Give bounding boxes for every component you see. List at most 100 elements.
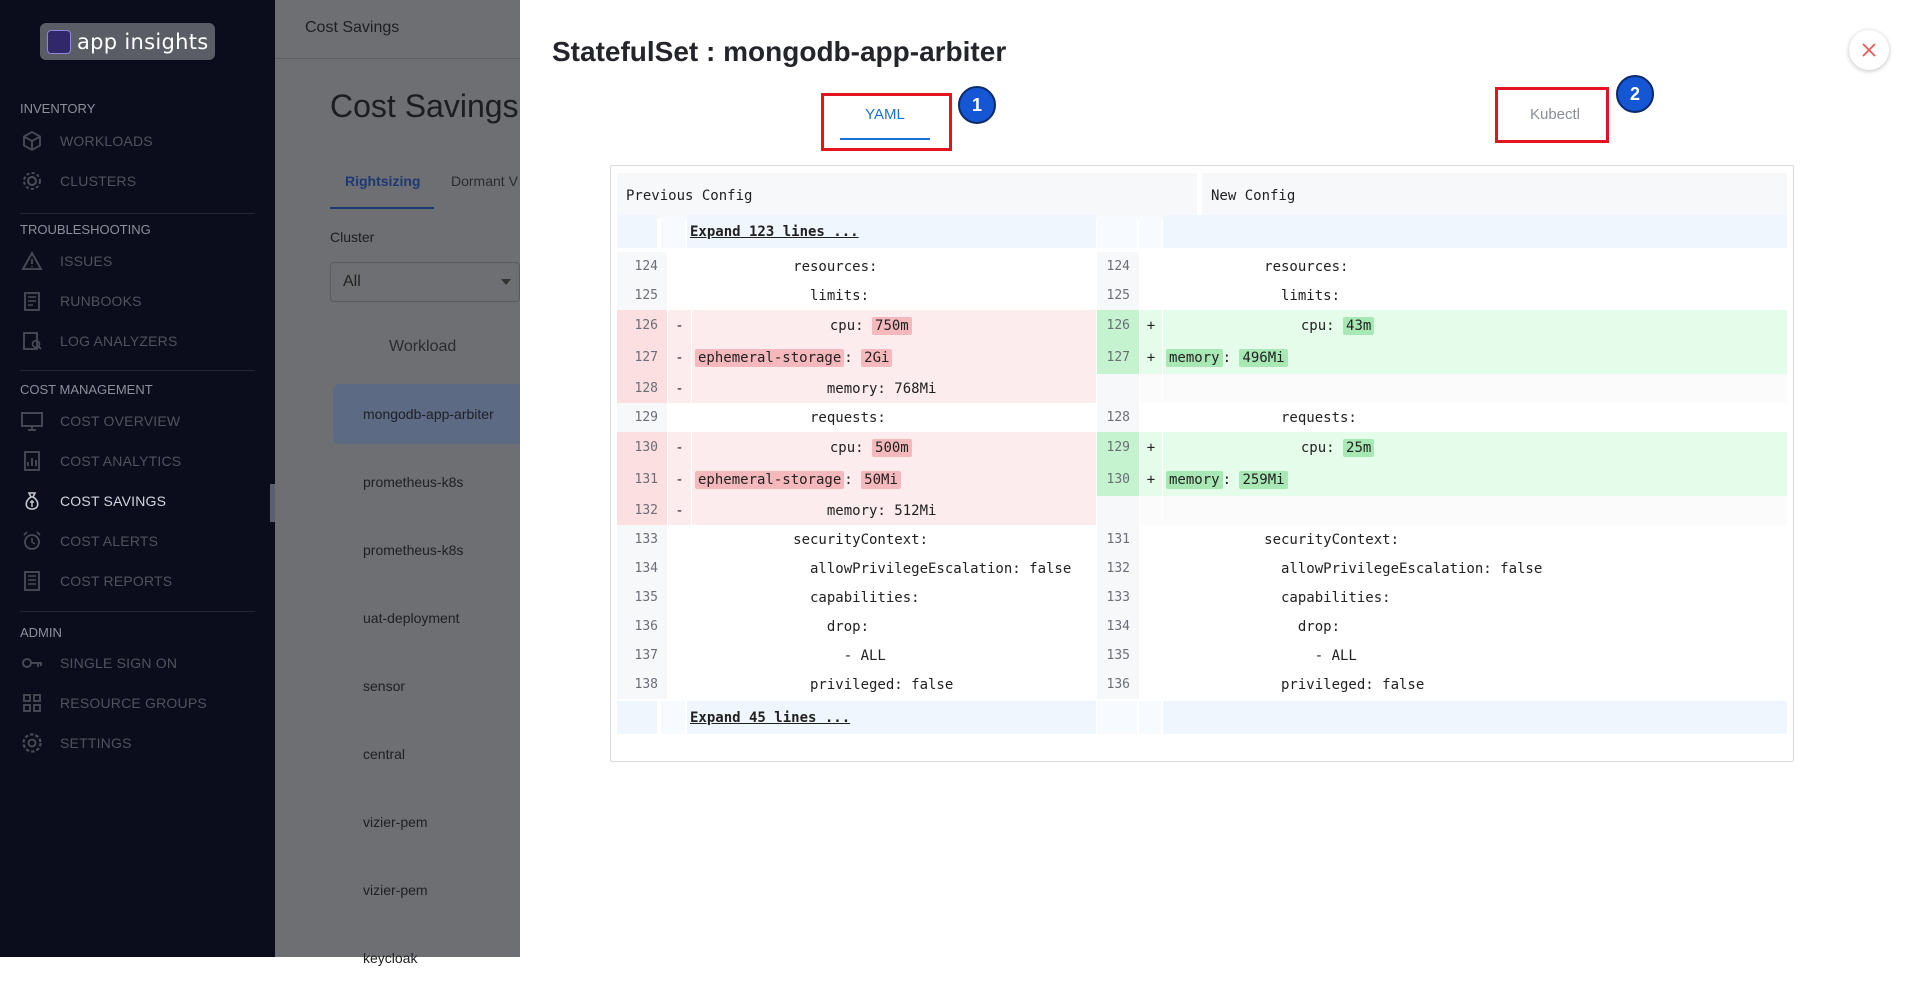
sidebar-item-log-analyzers[interactable]: LOG ANALYZERS [20,326,260,356]
sidebar-item-label: COST REPORTS [60,573,173,589]
sidebar-item-workloads[interactable]: WORKLOADS [20,126,260,156]
added-token: memory [1166,470,1223,489]
expand-lines-link[interactable]: Expand 123 lines ... [690,224,859,240]
grid-icon [20,691,44,715]
expand-lines-link[interactable]: Expand 45 lines ... [690,710,850,726]
empty-code-line [1163,496,1787,525]
added-token: 496Mi [1239,348,1288,367]
code-line: cpu: 500m [692,432,1096,463]
tab-dormant[interactable]: Dormant V [451,173,518,189]
app-logo[interactable]: app insights [40,23,215,60]
code-line: requests: [692,409,886,426]
code-line: ephemeral-storage: 50Mi [692,463,1096,496]
line-number: 125 [617,281,667,310]
diff-row: 131- ephemeral-storage: 50Mi 130 + memory: 2… [617,463,1787,496]
workload-row[interactable]: vizier-pem [333,792,533,852]
minus-sign: - [668,463,691,496]
sign-gutter [1140,496,1162,525]
code-line: cpu: 25m [1163,432,1787,463]
code-text: cpu: [1166,439,1344,456]
added-token: 25m [1343,438,1375,457]
expand-gutter [1139,701,1161,734]
line-number: 133 [617,525,667,554]
close-icon [1862,43,1876,57]
code-line: - ALL [1163,647,1357,664]
plus-sign: + [1140,432,1162,463]
expand-bottom-row: Expand 45 lines ... [617,701,1787,734]
line-number: 127 [1097,341,1139,374]
workload-row[interactable]: sensor [333,656,533,716]
cluster-label: Cluster [330,229,375,245]
line-number: 137 [617,641,667,670]
section-title-inventory: INVENTORY [20,101,96,116]
workload-row[interactable]: uat-deployment [333,588,533,648]
removed-token: ephemeral-storage [695,470,845,489]
removed-token: 750m [872,316,912,335]
modal-title: StatefulSet : mongodb-app-arbiter [552,36,1007,67]
code-line: resources: [692,258,878,275]
sidebar-item-clusters[interactable]: CLUSTERS [20,166,260,196]
workload-row[interactable]: prometheus-k8s [333,520,533,580]
code-line: memory: 496Mi [1163,341,1787,374]
tab-active-underline [330,207,434,209]
sign-gutter [668,525,691,554]
code-line: limits: [1163,287,1341,304]
breadcrumb: Cost Savings [305,19,400,36]
line-number: 136 [617,612,667,641]
alarm-icon [20,529,44,553]
diff-row: 138 privileged: false 136 privileged: fal… [617,670,1787,699]
line-number: 130 [617,432,667,463]
code-line: - ALL [692,647,886,664]
line-number: 138 [617,670,667,699]
analytics-icon [20,449,44,473]
sidebar-item-settings[interactable]: SETTINGS [20,728,260,758]
sign-gutter [668,403,691,432]
sidebar-item-runbooks[interactable]: RUNBOOKS [20,286,260,316]
sign-gutter [668,281,691,310]
sidebar-item-single-sign-on[interactable]: SINGLE SIGN ON [20,648,260,678]
money-bag-icon [20,489,44,513]
tab-rightsizing[interactable]: Rightsizing [345,173,420,189]
code-text: memory: 512Mi [692,502,937,519]
code-text: cpu: [695,439,873,456]
sidebar-item-cost-reports[interactable]: COST REPORTS [20,566,260,596]
sidebar-item-cost-overview[interactable]: COST OVERVIEW [20,406,260,436]
empty-line-number [1097,374,1139,403]
section-title-cost-management: COST MANAGEMENT [20,382,153,397]
code-line: capabilities: [1163,589,1391,606]
code-line: memory: 768Mi [692,374,1096,403]
sign-gutter [1140,525,1162,554]
workload-row[interactable]: prometheus-k8s [333,452,533,512]
cluster-select[interactable]: All [330,262,520,302]
annotation-box-yaml [821,93,952,151]
sidebar-item-cost-alerts[interactable]: COST ALERTS [20,526,260,556]
sidebar-item-resource-groups[interactable]: RESOURCE GROUPS [20,688,260,718]
key-icon [20,651,44,675]
expand-gutter [617,215,657,248]
close-button[interactable] [1849,30,1889,70]
sidebar-item-issues[interactable]: ISSUES [20,246,260,276]
sidebar-divider [20,611,255,612]
code-line: limits: [692,287,870,304]
code-line: capabilities: [692,589,920,606]
annotation-badge-2: 2 [1616,75,1654,113]
line-number: 131 [1097,525,1139,554]
code-text: memory: 768Mi [692,380,937,397]
workload-row[interactable]: mongodb-app-arbiter [333,384,533,444]
sidebar-item-cost-savings[interactable]: COST SAVINGS [20,486,260,516]
code-line: cpu: 750m [692,310,1096,341]
workload-row[interactable]: keycloak [333,928,533,988]
sign-gutter [1140,554,1162,583]
code-line: memory: 512Mi [692,496,1096,525]
sidebar-item-label: RESOURCE GROUPS [60,695,207,711]
plus-sign: + [1140,463,1162,496]
diff-row: 137 - ALL 135 - ALL [617,641,1787,670]
line-number: 128 [1097,403,1139,432]
workload-row[interactable]: vizier-pem [333,860,533,920]
workload-row[interactable]: central [333,724,533,784]
sign-gutter [1140,670,1162,699]
sidebar-item-cost-analytics[interactable]: COST ANALYTICS [20,446,260,476]
removed-token: 2Gi [861,348,893,367]
diff-row: 132- memory: 512Mi [617,496,1787,525]
code-text: cpu: [1166,317,1344,334]
